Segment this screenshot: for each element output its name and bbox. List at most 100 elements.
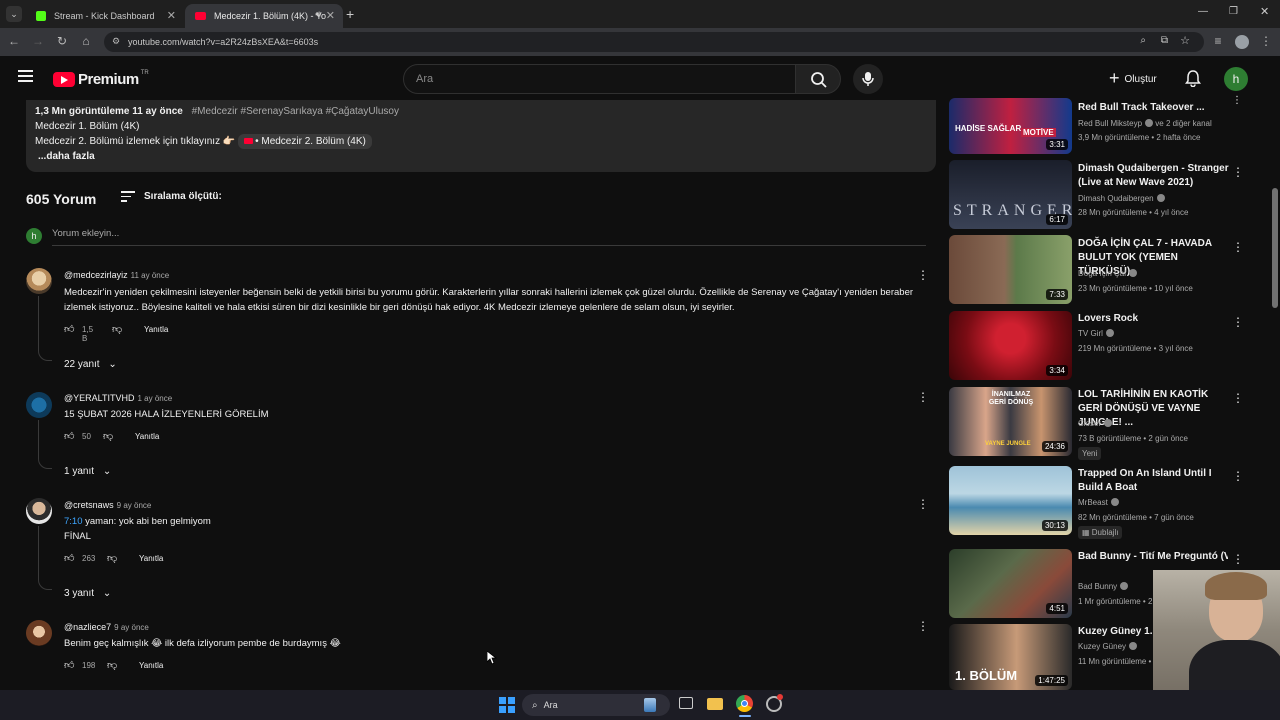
video-title[interactable]: Red Bull Track Takeover ... xyxy=(1078,101,1230,115)
timestamp-link[interactable]: 7:10 xyxy=(64,516,83,527)
account-avatar[interactable]: h xyxy=(1224,67,1248,91)
video-thumbnail[interactable]: İNANILMAZ GERİ DÖNÜŞ VAYNE JUNGLE 24:36 xyxy=(949,387,1072,456)
view-replies-button[interactable]: 3 yanıt ⌄ xyxy=(64,588,111,599)
video-thumbnail[interactable]: 7:33 xyxy=(949,235,1072,304)
channel-name[interactable]: Red Bull Miksteyp ve 2 diğer kanal xyxy=(1078,119,1212,128)
close-icon[interactable]: ✕ xyxy=(326,9,335,22)
video-title[interactable]: Trapped On An Island Until I Build A Boa… xyxy=(1078,467,1230,495)
like-icon[interactable]: 👍︎ xyxy=(64,430,74,442)
channel-name[interactable]: Dimash Qudaibergen xyxy=(1078,194,1165,203)
bookmark-star-icon[interactable]: ☆ xyxy=(1180,34,1190,47)
comment-author[interactable]: @YERALTITVHD xyxy=(64,393,134,403)
dislike-icon[interactable]: 👎︎ xyxy=(112,323,122,335)
video-description[interactable]: 1,3 Mn görüntüleme 11 ay önce #Medcezir … xyxy=(26,100,936,172)
more-actions-icon[interactable]: ⋮ xyxy=(1232,315,1244,329)
video-thumbnail[interactable]: 3:34 xyxy=(949,311,1072,380)
comment-time[interactable]: 11 ay önce xyxy=(131,271,170,280)
channel-name[interactable]: TV Girl xyxy=(1078,329,1114,338)
video-thumbnail[interactable]: 30:13 xyxy=(949,466,1072,535)
comment-time[interactable]: 9 ay önce xyxy=(114,623,149,632)
like-icon[interactable]: 👍︎ xyxy=(64,323,74,335)
close-icon[interactable]: ✕ xyxy=(167,9,176,22)
reply-button[interactable]: Yanıtla xyxy=(139,661,163,670)
more-actions-icon[interactable]: ⋮ xyxy=(1232,94,1242,108)
taskbar-search[interactable]: ⌕ Ara xyxy=(522,694,670,716)
search-button[interactable] xyxy=(795,64,841,94)
comment-time[interactable]: 1 ay önce xyxy=(137,394,172,403)
video-title[interactable]: Lovers Rock xyxy=(1078,312,1230,326)
reload-icon[interactable]: ↻ xyxy=(54,34,70,48)
avatar[interactable] xyxy=(26,620,52,646)
channel-name[interactable]: Kuzey Güney xyxy=(1078,642,1138,651)
minimize-button[interactable]: — xyxy=(1198,6,1208,17)
channel-name[interactable]: Doğa İçin Çal xyxy=(1078,269,1138,278)
video-thumbnail[interactable]: HADİSE SAĞLAR MOTİVE 3:31 xyxy=(949,98,1072,154)
voice-search-button[interactable] xyxy=(853,64,883,94)
comment-author[interactable]: @medcezirlayiz xyxy=(64,270,128,280)
chrome-icon[interactable] xyxy=(736,695,753,712)
add-comment-input[interactable]: Yorum ekleyin... xyxy=(52,228,926,246)
scrollbar-thumb[interactable] xyxy=(1272,188,1278,308)
new-tab-button[interactable]: + xyxy=(346,6,354,22)
create-button[interactable]: + Oluştur xyxy=(1100,64,1175,94)
tab-list-icon[interactable]: ⌄ xyxy=(6,6,22,22)
dislike-icon[interactable]: 👎︎ xyxy=(103,430,113,442)
close-window-button[interactable]: ✕ xyxy=(1260,5,1269,18)
reply-button[interactable]: Yanıtla xyxy=(144,325,168,334)
tab-kick[interactable]: Stream - Kick Dashboard ✕ xyxy=(26,4,184,28)
more-actions-icon[interactable]: ⋮ xyxy=(917,619,929,633)
like-icon[interactable]: 👍︎ xyxy=(64,659,74,671)
reply-button[interactable]: Yanıtla xyxy=(139,554,163,563)
video-title[interactable]: Dimash Qudaibergen - Stranger (Live at N… xyxy=(1078,162,1230,190)
avatar[interactable] xyxy=(26,268,52,294)
restore-button[interactable]: ❐ xyxy=(1229,6,1238,17)
channel-name[interactable]: MrBeast xyxy=(1078,498,1119,507)
back-icon[interactable]: ← xyxy=(6,34,22,48)
youtube-logo[interactable]: Premium TR xyxy=(53,70,149,88)
view-replies-button[interactable]: 22 yanıt ⌄ xyxy=(64,359,117,370)
linked-video-chip[interactable]: • Medcezir 2. Bölüm (4K) xyxy=(238,134,372,149)
address-bar[interactable]: ⚙︎ youtube.com/watch?v=a2R24zBsXEA&t=660… xyxy=(104,32,1204,52)
browser-menu-icon[interactable]: ⋮ xyxy=(1258,34,1274,48)
file-explorer-icon[interactable] xyxy=(707,698,723,710)
hamburger-menu-icon[interactable] xyxy=(18,70,33,82)
windows-start-icon[interactable] xyxy=(499,697,515,713)
more-actions-icon[interactable]: ⋮ xyxy=(917,390,929,404)
channel-name[interactable]: Closer xyxy=(1078,419,1113,428)
speaker-icon[interactable]: 🔊︎ xyxy=(315,9,321,20)
profile-avatar-icon[interactable] xyxy=(1235,35,1249,49)
video-title[interactable]: Kuzey Güney 1. Bölüm xyxy=(1078,625,1154,639)
comment-time[interactable]: 9 ay önce xyxy=(117,501,152,510)
more-actions-icon[interactable]: ⋮ xyxy=(1232,552,1244,566)
notifications-bell-icon[interactable] xyxy=(1185,70,1201,88)
search-input[interactable]: Ara xyxy=(403,64,796,94)
avatar[interactable] xyxy=(26,392,52,418)
zoom-icon[interactable]: ⌕ xyxy=(1140,35,1146,46)
view-replies-button[interactable]: 1 yanıt ⌄ xyxy=(64,466,111,477)
more-actions-icon[interactable]: ⋮ xyxy=(1232,165,1244,179)
more-actions-icon[interactable]: ⋮ xyxy=(917,497,929,511)
channel-name[interactable]: Bad Bunny xyxy=(1078,582,1129,591)
home-icon[interactable]: ⌂ xyxy=(78,34,94,48)
video-thumbnail[interactable]: 4:51 xyxy=(949,549,1072,618)
reply-button[interactable]: Yanıtla xyxy=(135,432,159,441)
tab-youtube[interactable]: Medcezir 1. Bölüm (4K) - Yo 🔊︎ ✕ xyxy=(185,4,343,28)
install-icon[interactable]: ⧉ xyxy=(1161,35,1168,46)
more-actions-icon[interactable]: ⋮ xyxy=(1232,391,1244,405)
video-thumbnail[interactable]: 1. BÖLÜM 1:47:25 xyxy=(949,624,1072,690)
comment-author[interactable]: @nazliece7 xyxy=(64,622,111,632)
more-actions-icon[interactable]: ⋮ xyxy=(917,268,929,282)
more-actions-icon[interactable]: ⋮ xyxy=(1232,469,1244,483)
avatar[interactable] xyxy=(26,498,52,524)
hashtags[interactable]: #Medcezir #SerenaySarıkaya #ÇağatayUluso… xyxy=(192,106,399,117)
video-thumbnail[interactable]: STRANGER 6:17 xyxy=(949,160,1072,229)
like-icon[interactable]: 👍︎ xyxy=(64,552,74,564)
extensions-icon[interactable]: ≡ xyxy=(1210,34,1226,48)
site-info-icon[interactable]: ⚙︎ xyxy=(112,36,120,47)
comment-author[interactable]: @cretsnaws xyxy=(64,500,114,510)
more-actions-icon[interactable]: ⋮ xyxy=(1232,240,1244,254)
show-more-link[interactable]: ...daha fazla xyxy=(35,149,936,164)
dislike-icon[interactable]: 👎︎ xyxy=(107,552,117,564)
sort-button[interactable]: Sıralama ölçütü: xyxy=(121,191,222,202)
task-view-icon[interactable] xyxy=(679,697,693,709)
